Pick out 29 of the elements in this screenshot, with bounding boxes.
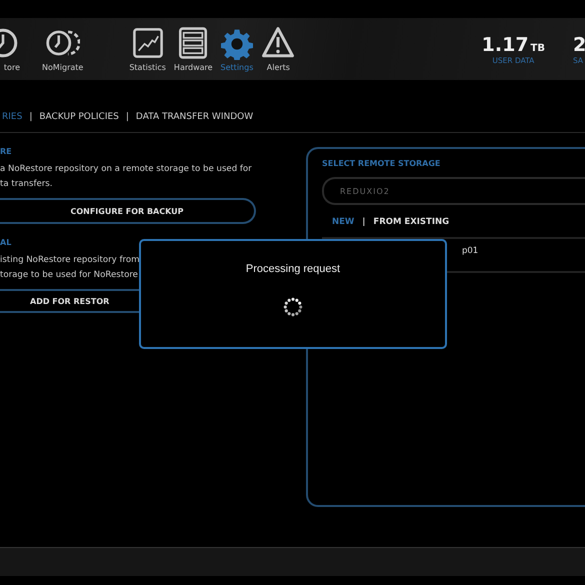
section-heading: AL [0, 238, 12, 247]
description-text: a NoRestore repository on a remote storage to be used for ta transfers. [0, 163, 253, 191]
storage-select[interactable]: REDUXIO2 [322, 177, 585, 205]
nav-button[interactable]: Alerts [261, 26, 296, 72]
stat-value: 1.17 [482, 34, 529, 56]
separator: | [126, 112, 129, 122]
nav-button[interactable]: Statistics [129, 26, 166, 72]
nav-button[interactable]: tore [0, 26, 20, 72]
separator: | [362, 217, 366, 227]
separator: | [29, 112, 32, 122]
tab[interactable]: FROM EXISTING [373, 217, 450, 227]
description-text: isting NoRestore repository from torage to be used for NoRestore [0, 254, 137, 282]
panel-heading: SELECT REMOTE STORAGE [322, 159, 442, 168]
action-button[interactable]: CONFIGURE FOR BACKUP [0, 198, 256, 224]
tab[interactable]: RIES [2, 112, 22, 122]
nav-button[interactable]: NoMigrate [42, 26, 84, 72]
dialog-message: Processing request [246, 263, 340, 275]
nav-button[interactable]: Settings [220, 28, 254, 72]
settings-icon [220, 28, 253, 60]
tab[interactable]: NEW [332, 217, 354, 227]
tab[interactable]: DATA TRANSFER WINDOW [136, 112, 254, 122]
stat-value: 2 [573, 34, 585, 56]
stat-unit: TB [530, 42, 545, 54]
section-heading: RE [0, 147, 13, 156]
tab[interactable]: BACKUP POLICIES [39, 112, 119, 122]
warning-icon [261, 26, 296, 60]
nav-button[interactable]: Hardware [174, 26, 213, 72]
line-chart-icon [130, 26, 165, 60]
action-button[interactable]: ADD FOR RESTOR [0, 289, 139, 313]
